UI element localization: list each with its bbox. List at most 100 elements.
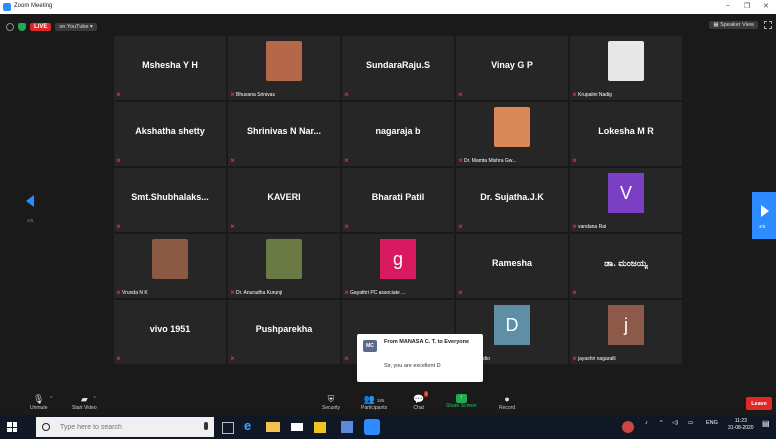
participants-button[interactable]: 👥 185 Participants <box>361 393 387 411</box>
chat-message: Sir, you are excellent D <box>384 363 441 369</box>
participant-tile[interactable]: KAVERI ⨯ <box>228 168 340 232</box>
participant-tile[interactable]: Ramesha ⨯ <box>456 234 568 298</box>
store-icon[interactable] <box>314 422 326 433</box>
participant-tile[interactable]: SundaraRaju.S ⨯ <box>342 36 454 100</box>
participant-label: ⨯ <box>116 91 121 98</box>
language-indicator[interactable]: ENG <box>706 420 718 426</box>
participant-name: vivo 1951 <box>149 324 191 334</box>
user-avatar-icon[interactable] <box>622 421 634 433</box>
fullscreen-icon[interactable] <box>764 21 772 29</box>
participant-tile[interactable]: vivo 1951 ⨯ <box>114 300 226 364</box>
participant-photo <box>494 107 530 147</box>
participant-tile[interactable]: ⨯ Bhuvana Srinivas <box>228 36 340 100</box>
participant-label: ⨯ Dr. Anuradha Kurunji <box>230 289 282 297</box>
volume-icon[interactable]: ◁) <box>672 420 678 426</box>
speaker-view-button[interactable]: ▦ Speaker View <box>709 21 758 29</box>
participant-name: Bharati Patil <box>371 192 425 202</box>
participant-tile[interactable]: j ⨯ jayashri nagaralli <box>570 300 682 364</box>
participant-photo <box>266 239 302 279</box>
participant-label-text: Krupalini Nadig <box>578 91 612 98</box>
leave-button[interactable]: Leave <box>746 397 772 410</box>
chat-button[interactable]: 💬 1 Chat <box>413 391 429 411</box>
participant-tile[interactable]: g ⨯ Gayathri PC associate ... <box>342 234 454 298</box>
mic-muted-icon: ⨯ <box>458 290 464 296</box>
mic-muted-icon: ⨯ <box>344 224 350 230</box>
participant-tile[interactable]: Vinay G P ⨯ <box>456 36 568 100</box>
participant-label: ⨯ <box>230 355 235 362</box>
windows-start-icon[interactable] <box>7 422 17 432</box>
participant-label: ⨯ <box>344 355 349 362</box>
participant-tile[interactable]: Pushparekha ⨯ <box>228 300 340 364</box>
participant-tile[interactable]: Shrinivas N Nar... ⨯ <box>228 102 340 166</box>
taskbar-search[interactable] <box>36 417 214 437</box>
participant-tile[interactable]: ⨯ Krupalini Nadig <box>570 36 682 100</box>
taskbar-clock[interactable]: 11:23 31-08-2020 <box>728 418 754 432</box>
mic-muted-icon: ⨯ <box>344 92 350 98</box>
taskbar-search-input[interactable] <box>58 422 182 432</box>
participant-tile[interactable]: Lokesha M R ⨯ <box>570 102 682 166</box>
youtube-dropdown[interactable]: on YouTube ▾ <box>55 23 97 31</box>
photos-icon[interactable] <box>341 421 353 433</box>
file-explorer-icon[interactable] <box>266 422 280 432</box>
mic-muted-icon: ⨯ <box>458 92 464 98</box>
participant-tile[interactable]: Dr. Sujatha.J.K ⨯ <box>456 168 568 232</box>
previous-page-arrow-icon[interactable] <box>26 195 34 207</box>
participant-label: ⨯ <box>116 355 121 362</box>
chat-notification[interactable]: MC From MANASA C. T. to Everyone Sir, yo… <box>357 334 483 382</box>
mic-muted-icon: ⨯ <box>116 356 122 362</box>
participant-tile[interactable]: ⨯ Vrunda N K <box>114 234 226 298</box>
notifications-icon[interactable]: ▤ <box>762 419 770 428</box>
people-icon[interactable]: ♪ <box>645 420 648 426</box>
tray-chevron-icon[interactable]: ^ <box>660 420 663 426</box>
participant-tile[interactable]: nagaraja b ⨯ <box>342 102 454 166</box>
participant-label: ⨯ <box>344 223 349 230</box>
next-page-button[interactable]: 4/6 <box>752 192 776 239</box>
record-button[interactable]: ● Record <box>499 393 515 411</box>
participant-label: ⨯ <box>116 223 121 230</box>
mic-muted-icon: ⨯ <box>572 356 578 362</box>
minimize-button[interactable]: – <box>726 2 730 9</box>
participant-label-text: Vrunda N K <box>122 289 148 296</box>
participant-tile[interactable]: V ⨯ vandana Rai <box>570 168 682 232</box>
maximize-button[interactable]: ❐ <box>744 2 750 10</box>
participant-tile[interactable]: Akshatha shetty ⨯ <box>114 102 226 166</box>
participant-tile[interactable]: ಡಾ. ಮಂಜಯ್ಯ ⨯ <box>570 234 682 298</box>
close-button[interactable]: ✕ <box>763 2 769 10</box>
participant-tile[interactable]: ⨯ Dr. Anuradha Kurunji <box>228 234 340 298</box>
participant-tile[interactable]: Mshesha Y H ⨯ <box>114 36 226 100</box>
edge-icon[interactable]: e <box>244 419 258 433</box>
cortana-icon <box>42 423 50 431</box>
info-icon[interactable] <box>6 23 14 31</box>
participant-name: Lokesha M R <box>598 126 654 136</box>
clock-time: 11:23 <box>734 418 747 424</box>
participant-name: Ramesha <box>491 258 533 268</box>
start-video-button[interactable]: ▰ ^ Start Video <box>72 393 97 411</box>
participant-avatar: D <box>494 305 530 345</box>
security-button[interactable]: ⛨ Security <box>322 393 340 411</box>
participant-label: ⨯ <box>344 157 349 164</box>
participant-tile[interactable]: Smt.Shubhalaks... ⨯ <box>114 168 226 232</box>
shield-icon[interactable] <box>18 23 26 31</box>
participant-tile[interactable]: Bharati Patil ⨯ <box>342 168 454 232</box>
task-view-icon[interactable] <box>222 422 234 434</box>
clock-date: 31-08-2020 <box>728 425 754 431</box>
title-bar: Zoom Meeting – ❐ ✕ <box>0 0 776 14</box>
video-off-icon: ▰ ^ <box>80 394 96 404</box>
participant-label-text: Dr. Mamta Mishra Gw... <box>464 157 517 164</box>
mail-icon[interactable] <box>291 423 303 431</box>
zoom-taskbar-icon[interactable] <box>364 419 380 435</box>
zoom-logo-icon <box>3 3 11 11</box>
record-label: Record <box>499 405 516 411</box>
unmute-button[interactable]: 🎙 ^ Unmute <box>30 393 52 411</box>
keyboard-icon[interactable]: ▭ <box>688 420 693 426</box>
participant-label: ⨯ <box>458 91 463 98</box>
taskbar-mic-icon[interactable] <box>204 422 208 430</box>
participant-label: ⨯ <box>572 289 577 296</box>
mic-muted-icon: ⨯ <box>230 158 236 164</box>
mic-muted-icon: ⨯ <box>572 92 578 98</box>
share-screen-button[interactable]: ↑ Share Screen <box>446 393 477 409</box>
participant-tile[interactable]: ⨯ Dr. Mamta Mishra Gw... <box>456 102 568 166</box>
youtube-label: on YouTube <box>59 24 89 30</box>
mic-muted-icon: ⨯ <box>572 290 578 296</box>
live-badge[interactable]: LIVE <box>30 23 52 31</box>
